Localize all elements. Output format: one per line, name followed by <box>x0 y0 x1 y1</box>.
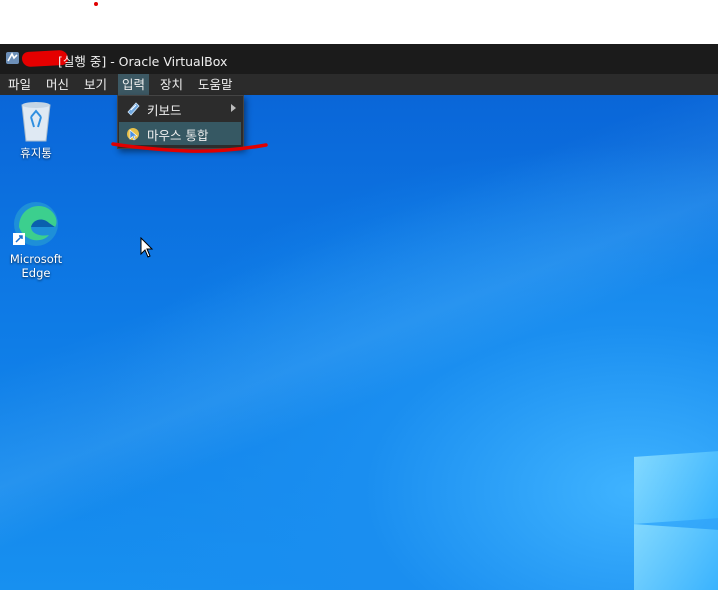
input-menu-keyboard[interactable]: 키보드 <box>119 97 241 120</box>
submenu-arrow-icon <box>231 104 236 112</box>
microsoft-edge-shortcut[interactable]: Microsoft Edge <box>6 199 66 280</box>
menu-file[interactable]: 파일 <box>4 74 35 95</box>
title-bar[interactable]: [실행 중] - Oracle VirtualBox <box>0 44 718 74</box>
menu-machine[interactable]: 머신 <box>42 74 73 95</box>
annotation-dot <box>94 2 98 6</box>
keyboard-label: 키보드 <box>147 103 182 118</box>
microsoft-edge-icon <box>13 202 58 246</box>
annotation-underline <box>111 142 268 153</box>
recycle-bin-icon <box>21 102 51 142</box>
menu-devices[interactable]: 장치 <box>156 74 187 95</box>
menu-help[interactable]: 도움말 <box>194 74 237 95</box>
guest-desktop[interactable]: 휴지통 Microsoft Edge <box>0 95 718 590</box>
microsoft-edge-label: Microsoft Edge <box>9 252 63 280</box>
window-title: [실행 중] - Oracle VirtualBox <box>58 54 228 69</box>
menu-input[interactable]: 입력 <box>118 74 150 95</box>
windows-logo-graphic <box>634 451 718 590</box>
recycle-bin[interactable]: 휴지통 <box>6 99 66 160</box>
keyboard-icon <box>127 102 140 116</box>
mouse-pointer-icon <box>140 237 154 258</box>
menu-view[interactable]: 보기 <box>80 74 111 95</box>
virtualbox-window: [실행 중] - Oracle VirtualBox 파일 머신 보기 입력 장… <box>0 44 718 590</box>
menu-bar: 파일 머신 보기 입력 장치 도움말 <box>0 74 718 95</box>
virtualbox-app-icon <box>6 52 19 64</box>
recycle-bin-label: 휴지통 <box>20 146 52 160</box>
